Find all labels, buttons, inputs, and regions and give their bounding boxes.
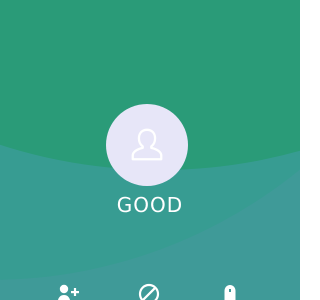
block-button[interactable] xyxy=(135,282,163,300)
record-icon xyxy=(224,285,236,300)
block-icon xyxy=(138,283,160,300)
record-button[interactable] xyxy=(216,282,244,300)
person-icon xyxy=(131,128,163,161)
call-screen: GOOD xyxy=(0,0,300,300)
caller-name: GOOD xyxy=(116,193,184,217)
add-contact-icon xyxy=(57,284,79,300)
avatar xyxy=(106,104,188,186)
add-contact-button[interactable] xyxy=(54,282,82,300)
